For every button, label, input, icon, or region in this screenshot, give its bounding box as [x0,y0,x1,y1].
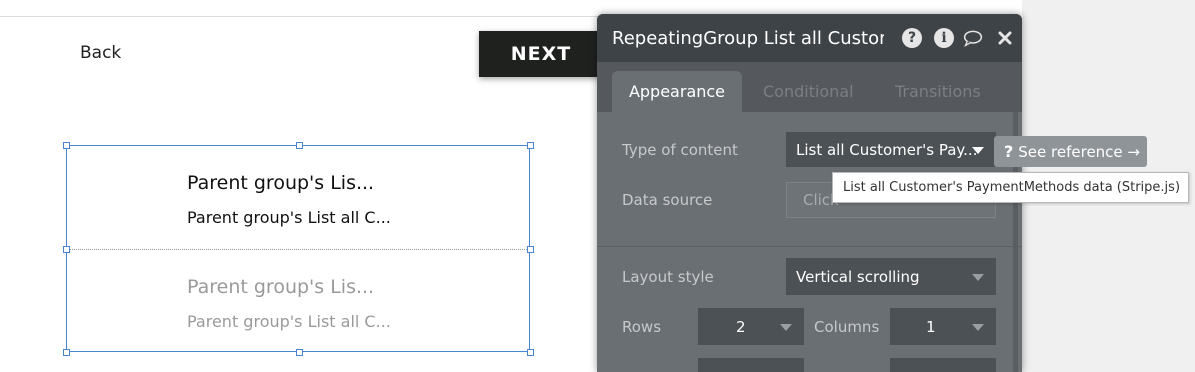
section-divider [597,246,1022,247]
row2-title: Parent group's Lis... [187,276,375,298]
row1-title: Parent group's Lis... [187,172,375,194]
next-row-dropdown[interactable] [698,358,804,372]
chevron-down-icon [972,323,984,331]
panel-title: RepeatingGroup List all Customer [612,28,884,49]
layout-style-dropdown[interactable]: Vertical scrolling [786,258,996,295]
next-row-dropdown-2[interactable] [890,358,996,372]
repeating-group[interactable]: Parent group's Lis... Parent group's Lis… [66,145,530,352]
comment-icon[interactable] [963,28,983,48]
row1-subtitle: Parent group's List all C... [187,208,391,227]
resize-handle-left[interactable] [63,246,70,253]
help-icon[interactable]: ? [902,28,922,48]
row2-subtitle: Parent group's List all C... [187,312,391,331]
chevron-down-icon [972,146,984,154]
resize-handle-top-right[interactable] [527,142,534,149]
columns-dropdown[interactable]: 1 [890,308,996,345]
info-icon[interactable]: i [934,28,954,48]
row-divider [67,249,529,250]
rows-label: Rows [622,318,662,336]
panel-header[interactable]: RepeatingGroup List all Customer ? i [597,14,1022,62]
resize-handle-top-left[interactable] [63,142,70,149]
type-of-content-value: List all Customer's Pay... [796,140,978,159]
tab-transitions[interactable]: Transitions [895,71,981,112]
type-of-content-dropdown[interactable]: List all Customer's Pay... [786,132,996,167]
resize-handle-bottom-right[interactable] [527,349,534,356]
panel-tabbar: Appearance Conditional Transitions [597,62,1022,112]
resize-handle-right[interactable] [527,246,534,253]
next-button[interactable]: NEXT [479,31,603,77]
tab-conditional[interactable]: Conditional [763,71,854,112]
chevron-down-icon [780,323,792,331]
editor-canvas: Back NEXT Parent group's Lis... Parent g… [0,0,603,372]
resize-handle-bottom-left[interactable] [63,349,70,356]
question-icon: ? [1004,142,1014,161]
type-of-content-label: Type of content [622,141,738,159]
close-icon[interactable] [995,28,1015,48]
back-link[interactable]: Back [80,43,121,63]
resize-handle-top[interactable] [296,142,303,149]
resize-handle-bottom[interactable] [296,349,303,356]
see-reference-label: See reference → [1018,142,1140,161]
see-reference-button[interactable]: ? See reference → [994,136,1147,167]
type-tooltip: List all Customer's PaymentMethods data … [832,172,1189,203]
rows-dropdown[interactable]: 2 [698,308,804,345]
appearance-content: Type of content List all Customer's Pay.… [597,112,1022,372]
data-source-label: Data source [622,191,713,209]
chevron-down-icon [972,273,984,281]
tab-appearance[interactable]: Appearance [612,71,742,112]
layout-style-label: Layout style [622,268,714,286]
columns-value: 1 [926,317,936,336]
rows-value: 2 [736,317,746,336]
columns-label: Columns [814,318,880,336]
canvas-top-divider [0,16,598,17]
layout-style-value: Vertical scrolling [796,267,920,286]
